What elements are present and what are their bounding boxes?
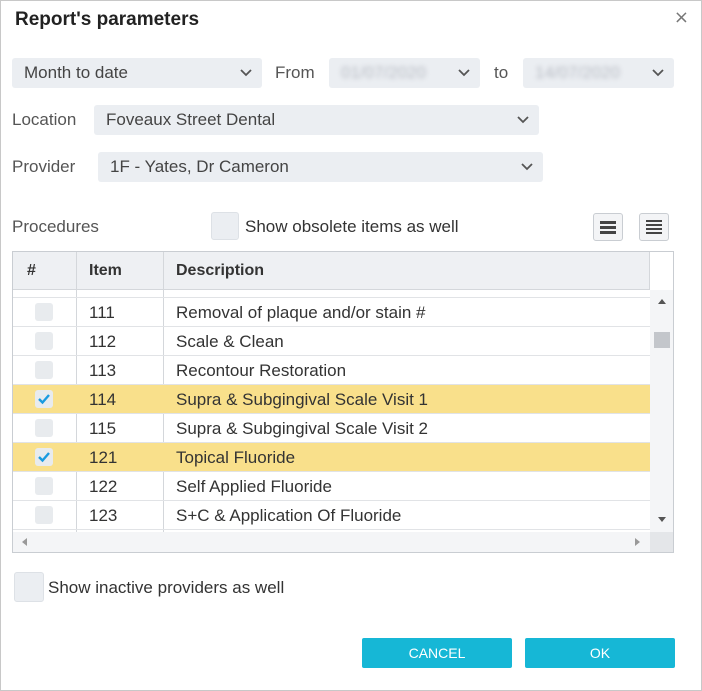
chevron-down-icon bbox=[521, 163, 533, 171]
cancel-button[interactable]: CANCEL bbox=[362, 638, 512, 668]
row-item: 121 bbox=[89, 448, 118, 467]
row-item: 111 bbox=[89, 303, 115, 322]
table-row-partial: Referral bbox=[13, 290, 650, 298]
period-value: Month to date bbox=[24, 63, 128, 82]
row-item: 115 bbox=[89, 419, 117, 438]
procedures-table: # Item Description Referral 111 Removal o… bbox=[12, 251, 674, 553]
scroll-left-icon[interactable] bbox=[20, 537, 28, 547]
from-label: From bbox=[275, 63, 315, 82]
scroll-up-icon[interactable] bbox=[657, 297, 667, 305]
ok-button[interactable]: OK bbox=[525, 638, 675, 668]
row-checkbox[interactable] bbox=[35, 448, 53, 466]
vertical-scroll-thumb[interactable] bbox=[654, 332, 670, 348]
chevron-down-icon bbox=[458, 69, 470, 77]
report-parameters-dialog: Report's parameters × Month to date From… bbox=[0, 0, 702, 691]
location-value: Foveaux Street Dental bbox=[106, 110, 276, 129]
row-checkbox[interactable] bbox=[35, 361, 53, 379]
dialog-title: Report's parameters bbox=[15, 9, 200, 30]
chevron-down-icon bbox=[240, 69, 252, 77]
row-item: 122 bbox=[89, 477, 118, 496]
row-description: Supra & Subgingival Scale Visit 2 bbox=[176, 419, 429, 438]
row-checkbox[interactable] bbox=[35, 303, 53, 321]
to-label: to bbox=[494, 63, 509, 82]
location-label: Location bbox=[12, 110, 77, 129]
table-row[interactable]: 113 Recontour Restoration bbox=[13, 356, 650, 385]
compact-rows-button[interactable] bbox=[639, 213, 669, 241]
table-row[interactable]: 115 Supra & Subgingival Scale Visit 2 bbox=[13, 414, 650, 443]
row-checkbox[interactable] bbox=[35, 419, 53, 437]
table-row[interactable]: 112 Scale & Clean bbox=[13, 327, 650, 356]
table-row[interactable]: 111 Removal of plaque and/or stain # bbox=[13, 298, 650, 327]
table-row[interactable]: 114 Supra & Subgingival Scale Visit 1 bbox=[13, 385, 650, 414]
scroll-corner bbox=[650, 532, 673, 552]
scroll-right-icon[interactable] bbox=[634, 537, 642, 547]
scroll-down-icon[interactable] bbox=[657, 516, 667, 524]
row-item: 113 bbox=[89, 361, 117, 380]
header-description: Description bbox=[176, 262, 265, 279]
vertical-scrollbar[interactable] bbox=[650, 290, 673, 532]
from-date-value: 01/07/2020 bbox=[341, 63, 427, 82]
checkmark-icon bbox=[38, 452, 50, 463]
expand-rows-button[interactable] bbox=[593, 213, 623, 241]
row-description: Scale & Clean bbox=[176, 332, 284, 351]
table-header: # Item Description bbox=[13, 252, 650, 290]
procedures-label: Procedures bbox=[12, 217, 99, 236]
partial-row-description: Referral bbox=[176, 290, 236, 297]
to-date-select[interactable]: 14/07/2020 bbox=[523, 58, 674, 88]
row-checkbox[interactable] bbox=[35, 477, 53, 495]
row-description: Self Applied Fluoride bbox=[176, 477, 332, 496]
provider-value: 1F - Yates, Dr Cameron bbox=[110, 157, 289, 176]
table-row[interactable]: 122 Self Applied Fluoride bbox=[13, 472, 650, 501]
horizontal-scrollbar[interactable] bbox=[13, 532, 650, 552]
table-row[interactable]: 121 Topical Fluoride bbox=[13, 443, 650, 472]
period-select[interactable]: Month to date bbox=[12, 58, 262, 88]
row-checkbox[interactable] bbox=[35, 506, 53, 524]
provider-select[interactable]: 1F - Yates, Dr Cameron bbox=[98, 152, 543, 182]
row-description: Supra & Subgingival Scale Visit 1 bbox=[176, 390, 429, 409]
location-select[interactable]: Foveaux Street Dental bbox=[94, 105, 539, 135]
row-description: Recontour Restoration bbox=[176, 361, 347, 380]
row-item: 123 bbox=[89, 506, 118, 525]
chevron-down-icon bbox=[652, 69, 664, 77]
to-date-value: 14/07/2020 bbox=[535, 63, 621, 82]
row-description: S+C & Application Of Fluoride bbox=[176, 506, 402, 525]
header-item: Item bbox=[89, 262, 122, 279]
show-obsolete-checkbox[interactable] bbox=[211, 212, 239, 240]
show-inactive-checkbox[interactable] bbox=[14, 572, 44, 602]
chevron-down-icon bbox=[517, 116, 529, 124]
from-date-select[interactable]: 01/07/2020 bbox=[329, 58, 480, 88]
provider-label: Provider bbox=[12, 157, 76, 176]
header-number: # bbox=[27, 262, 36, 279]
row-description: Topical Fluoride bbox=[176, 448, 296, 467]
show-obsolete-label: Show obsolete items as well bbox=[245, 217, 459, 236]
row-checkbox[interactable] bbox=[35, 332, 53, 350]
row-description: Removal of plaque and/or stain # bbox=[176, 303, 426, 322]
table-row[interactable]: 123 S+C & Application Of Fluoride bbox=[13, 501, 650, 530]
show-inactive-label: Show inactive providers as well bbox=[48, 578, 285, 597]
row-checkbox[interactable] bbox=[35, 390, 53, 408]
close-icon[interactable]: × bbox=[674, 7, 689, 28]
row-item: 112 bbox=[89, 332, 117, 351]
checkmark-icon bbox=[38, 394, 50, 405]
row-item: 114 bbox=[89, 390, 117, 409]
